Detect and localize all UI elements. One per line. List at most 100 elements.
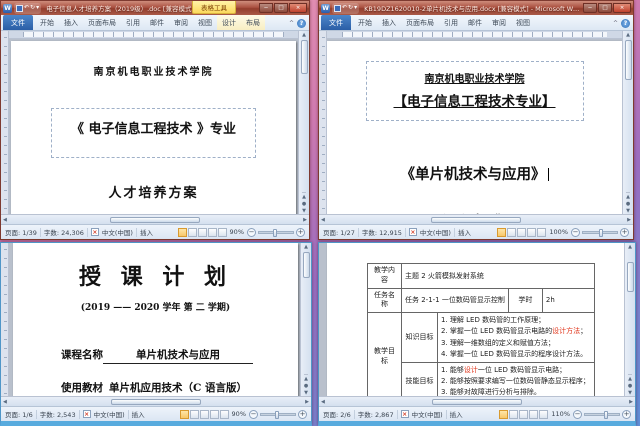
scroll-right-icon[interactable]: ▶ [629,399,633,405]
zoom-level[interactable]: 100% [549,228,568,236]
document-page[interactable]: 教学内容 主题 2 火箭模拟发射系统 任务名称 任务 2-1-1 一位数码管显示… [327,243,624,396]
scroll-left-icon[interactable]: ◀ [3,399,7,405]
zoom-in-icon[interactable]: + [620,228,629,237]
zoom-slider-thumb[interactable] [273,229,277,237]
horizontal-ruler[interactable] [327,31,622,39]
undo-icon[interactable]: ↶ [24,3,29,13]
qat-dropdown-icon[interactable]: ▾ [36,3,39,13]
view-outline-button[interactable] [210,410,219,419]
title-bar[interactable]: W ↶↻▾ KB19DZ1620010-2单片机技术与应用.docx [兼容模式… [319,1,633,15]
word-app-icon[interactable]: W [321,4,330,13]
doc-book-line[interactable]: 使用教材单片机应用技术（C 语言版） [61,380,298,396]
hscrollbar-thumb[interactable] [431,217,521,223]
scroll-up-icon[interactable]: ▲ [304,243,308,252]
redo-icon[interactable]: ↻ [30,3,35,13]
scrollbar-thumb[interactable] [301,40,308,74]
doc-major-box[interactable]: 《 电子信息工程技术 》专业 [51,108,256,158]
view-web-layout-button[interactable] [198,228,207,237]
page-indicator[interactable]: 页面: 2/6 [323,409,351,419]
scroll-left-icon[interactable]: ◀ [3,217,7,223]
doc-school-name[interactable]: 南京机电职业技术学院 [367,70,583,85]
cell-skill-goal-label[interactable]: 技能目标 [402,362,438,396]
select-browse-object-icon[interactable]: ● [628,383,632,389]
tab-review[interactable]: 审阅 [487,15,511,30]
select-browse-object-icon[interactable]: ● [304,383,308,389]
cell-knowledge-goal-items[interactable]: 1. 理解 LED 数码管的工作原理； 2. 掌握一位 LED 数码管显示电路的… [438,313,595,363]
vertical-ruler[interactable] [1,243,9,396]
cell-teaching-content-label[interactable]: 教学内容 [368,264,402,289]
insert-mode-indicator[interactable]: 插入 [450,409,463,419]
tab-home[interactable]: 开始 [35,15,59,30]
zoom-in-icon[interactable]: + [298,410,307,419]
previous-page-icon[interactable]: ▲ [304,376,308,382]
view-print-layout-button[interactable] [178,228,187,237]
view-draft-button[interactable] [539,410,548,419]
close-button[interactable]: × [613,3,631,13]
zoom-level[interactable]: 90% [232,410,246,418]
cell-knowledge-goal-label[interactable]: 知识目标 [402,313,438,363]
cell-teaching-goal-label[interactable]: 教学目标 [368,313,402,396]
language-indicator[interactable]: 中文(中国) [102,227,133,237]
page-indicator[interactable]: 页面: 1/6 [5,409,33,419]
word-count[interactable]: 字数: 2,543 [40,409,76,419]
vertical-scrollbar[interactable]: ▲ ▲ ● ▼ [624,243,635,396]
zoom-slider-thumb[interactable] [604,411,608,419]
doc-course-line[interactable]: 课程名称单片机技术与应用 [61,347,298,364]
insert-mode-indicator[interactable]: 插入 [132,409,145,419]
zoom-level[interactable]: 110% [551,410,570,418]
zoom-slider[interactable] [582,231,618,234]
horizontal-scrollbar[interactable]: ◀ ▶ [319,396,635,406]
vertical-scrollbar[interactable]: ▲ ▲ ● ▼ [300,243,311,396]
doc-school-name[interactable]: 南京机电职业技术学院 [11,63,296,78]
hscrollbar-thumb[interactable] [432,399,522,405]
tab-table-design[interactable]: 设计 [217,15,241,30]
zoom-out-icon[interactable]: − [249,410,258,419]
minimize-button[interactable]: ─ [583,3,597,13]
scroll-right-icon[interactable]: ▶ [627,217,631,223]
view-draft-button[interactable] [218,228,227,237]
tab-review[interactable]: 审阅 [169,15,193,30]
scrollbar-thumb[interactable] [303,252,310,278]
hscrollbar-thumb[interactable] [111,399,201,405]
previous-page-icon[interactable]: ▲ [302,194,306,200]
doc-header-box[interactable]: 南京机电职业技术学院 【电子信息工程技术专业】 [366,61,584,121]
tab-page-layout[interactable]: 页面布局 [83,15,121,30]
view-draft-button[interactable] [220,410,229,419]
view-print-layout-button[interactable] [497,228,506,237]
ribbon-collapse-icon[interactable]: ^ [613,20,618,27]
zoom-in-icon[interactable]: + [622,410,631,419]
view-draft-button[interactable] [537,228,546,237]
qat-dropdown-icon[interactable]: ▾ [354,3,357,13]
word-count[interactable]: 字数: 24,306 [44,227,84,237]
help-icon[interactable]: ? [621,19,630,28]
minimize-button[interactable]: ─ [259,3,273,13]
scroll-left-icon[interactable]: ◀ [321,399,325,405]
proofing-status-icon[interactable]: × [401,410,409,418]
tab-mailings[interactable]: 邮件 [463,15,487,30]
view-fullscreen-button[interactable] [188,228,197,237]
view-web-layout-button[interactable] [200,410,209,419]
tab-file[interactable]: 文件 [3,15,33,30]
tab-home[interactable]: 开始 [353,15,377,30]
doc-term[interactable]: (2019 —— 2020 学年 第 二 学期) [13,300,298,313]
view-print-layout-button[interactable] [499,410,508,419]
scroll-up-icon[interactable]: ▲ [302,31,306,40]
page-indicator[interactable]: 页面: 1/27 [323,227,355,237]
horizontal-scrollbar[interactable]: ◀ ▶ [1,396,311,406]
cell-skill-goal-items[interactable]: 1. 能够设计一位 LED 数码管显示电路； 2. 能够按照要求编写一位数码管静… [438,362,595,396]
view-web-layout-button[interactable] [519,410,528,419]
proofing-status-icon[interactable]: × [409,228,417,236]
zoom-slider-thumb[interactable] [275,411,279,419]
doc-course-title[interactable]: 《单片机技术与应用》 [327,163,622,184]
insert-mode-indicator[interactable]: 插入 [458,227,471,237]
hscrollbar-thumb[interactable] [110,217,200,223]
help-icon[interactable]: ? [297,19,306,28]
language-indicator[interactable]: 中文(中国) [94,409,125,419]
insert-mode-indicator[interactable]: 插入 [140,227,153,237]
horizontal-ruler[interactable] [9,31,298,39]
undo-icon[interactable]: ↶ [342,3,347,13]
scroll-left-icon[interactable]: ◀ [321,217,325,223]
save-icon[interactable] [16,5,23,12]
zoom-slider-thumb[interactable] [599,229,603,237]
zoom-slider[interactable] [260,413,296,416]
